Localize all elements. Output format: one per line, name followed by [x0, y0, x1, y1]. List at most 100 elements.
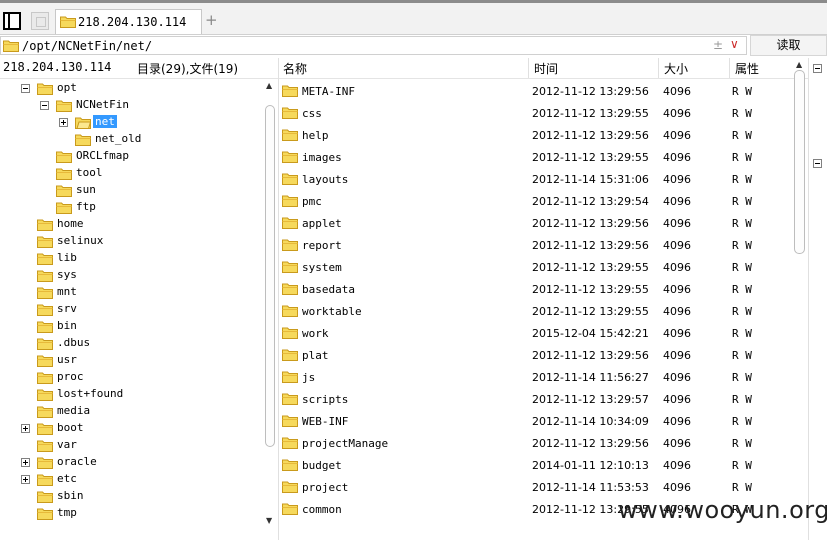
scroll-up-icon[interactable]: ▲ — [266, 81, 272, 90]
tree-item[interactable]: ftp — [56, 199, 276, 216]
file-row[interactable]: worktable 2012-11-12 13:29:55 4096 R W — [279, 300, 794, 322]
file-name: help — [302, 129, 329, 142]
tree-item[interactable]: lib — [37, 250, 267, 267]
tree-item[interactable]: bin — [37, 318, 267, 335]
tree-item[interactable]: media — [37, 403, 267, 420]
file-time: 2012-11-12 13:29:55 — [532, 151, 649, 164]
file-size: 4096 — [663, 239, 691, 252]
file-row[interactable]: js 2012-11-14 11:56:27 4096 R W — [279, 366, 794, 388]
address-bar: /opt/NCNetFin/net/ ± ∨ 读取 — [0, 35, 827, 57]
tree-item[interactable]: net — [59, 114, 276, 131]
file-row[interactable]: work 2015-12-04 15:42:21 4096 R W — [279, 322, 794, 344]
column-divider[interactable] — [528, 58, 529, 78]
folder-icon — [37, 320, 53, 336]
column-divider[interactable] — [729, 58, 730, 78]
tree-item[interactable]: oracle — [21, 454, 267, 472]
folder-icon — [56, 184, 72, 200]
window-button[interactable] — [31, 12, 49, 30]
read-button[interactable]: 读取 — [750, 35, 827, 56]
scroll-down-icon[interactable]: ▼ — [266, 516, 272, 525]
plus-minus-icon[interactable]: ± — [713, 38, 723, 52]
tree-item[interactable]: mnt — [37, 284, 267, 301]
tree-item[interactable]: usr — [37, 352, 267, 369]
expand-icon[interactable] — [21, 458, 30, 467]
tree-item[interactable]: sys — [37, 267, 267, 284]
folder-icon — [37, 456, 53, 472]
file-name: budget — [302, 459, 342, 472]
column-name[interactable]: 名称 — [283, 60, 307, 77]
path-text: /opt/NCNetFin/net/ — [22, 39, 153, 53]
file-size: 4096 — [663, 283, 691, 296]
file-attr: R W — [732, 217, 752, 230]
column-size[interactable]: 大小 — [664, 60, 688, 77]
file-row[interactable]: plat 2012-11-12 13:29:56 4096 R W — [279, 344, 794, 366]
file-name: system — [302, 261, 342, 274]
expand-icon[interactable] — [21, 424, 30, 433]
collapse-icon[interactable] — [21, 84, 30, 93]
tree-item[interactable]: lost+found — [37, 386, 267, 403]
file-row[interactable]: applet 2012-11-12 13:29:56 4096 R W — [279, 212, 794, 234]
tree-item[interactable]: opt — [21, 80, 267, 97]
file-name: projectManage — [302, 437, 389, 450]
column-divider[interactable] — [658, 58, 659, 78]
tree-item[interactable]: boot — [21, 420, 267, 437]
tree-item[interactable]: sbin — [37, 488, 267, 505]
file-row[interactable]: budget 2014-01-11 12:10:13 4096 R W — [279, 454, 794, 476]
file-row[interactable]: scripts 2012-11-12 13:29:57 4096 R W — [279, 388, 794, 410]
minus-icon[interactable] — [813, 159, 822, 168]
tab-server[interactable]: 218.204.130.114 — [55, 9, 202, 34]
file-name: applet — [302, 217, 342, 230]
scrollbar-thumb[interactable] — [265, 105, 275, 447]
tree-item[interactable]: tmp — [37, 505, 267, 522]
folder-icon — [37, 405, 53, 421]
file-row[interactable]: basedata 2012-11-12 13:29:55 4096 R W — [279, 278, 794, 300]
file-size: 4096 — [663, 151, 691, 164]
file-name: js — [302, 371, 316, 384]
panel-toggle-button[interactable] — [3, 12, 21, 30]
file-row[interactable]: report 2012-11-12 13:29:56 4096 R W — [279, 234, 794, 256]
scroll-up-icon[interactable]: ▲ — [796, 60, 802, 69]
file-time: 2012-11-12 13:29:56 — [532, 349, 649, 362]
file-size: 4096 — [663, 459, 691, 472]
tree-item[interactable]: tool — [56, 165, 276, 182]
file-row[interactable]: project 2012-11-14 11:53:53 4096 R W — [279, 476, 794, 498]
tree-item[interactable]: srv — [37, 301, 267, 318]
minus-icon[interactable] — [813, 64, 822, 73]
folder-icon — [37, 286, 53, 302]
folder-icon — [37, 354, 53, 370]
tree-item[interactable]: proc — [37, 369, 267, 386]
file-row[interactable]: images 2012-11-12 13:29:55 4096 R W — [279, 146, 794, 168]
file-row[interactable]: META-INF 2012-11-12 13:29:56 4096 R W — [279, 80, 794, 102]
expand-icon[interactable] — [59, 118, 68, 127]
file-size: 4096 — [663, 437, 691, 450]
column-time[interactable]: 时间 — [534, 60, 558, 77]
tree-item[interactable]: etc — [21, 471, 267, 488]
file-name: scripts — [302, 393, 349, 406]
tree-item[interactable]: ORCLfmap — [56, 148, 276, 165]
file-attr: R W — [732, 239, 752, 252]
tree-scrollbar[interactable]: ▲ ▼ — [263, 79, 277, 529]
tree-item[interactable]: var — [37, 437, 267, 454]
file-row[interactable]: help 2012-11-12 13:29:56 4096 R W — [279, 124, 794, 146]
file-row[interactable]: css 2012-11-12 13:29:55 4096 R W — [279, 102, 794, 124]
tree-item[interactable]: sun — [56, 182, 276, 199]
scrollbar-thumb[interactable] — [794, 70, 805, 254]
expand-icon[interactable] — [21, 475, 30, 484]
file-row[interactable]: WEB-INF 2012-11-14 10:34:09 4096 R W — [279, 410, 794, 432]
column-attr[interactable]: 属性 — [735, 60, 759, 77]
file-time: 2015-12-04 15:42:21 — [532, 327, 649, 340]
tree-item[interactable]: home — [37, 216, 267, 233]
file-row[interactable]: system 2012-11-12 13:29:55 4096 R W — [279, 256, 794, 278]
tree-item[interactable]: NCNetFin — [40, 97, 276, 114]
file-row[interactable]: projectManage 2012-11-12 13:29:56 4096 R W — [279, 432, 794, 454]
collapse-icon[interactable] — [40, 101, 49, 110]
chevron-down-icon[interactable]: ∨ — [730, 37, 739, 51]
tree-item[interactable]: net_old — [75, 131, 276, 148]
tree-item[interactable]: selinux — [37, 233, 267, 250]
path-input[interactable]: /opt/NCNetFin/net/ ± ∨ — [0, 36, 747, 55]
file-list-scrollbar[interactable]: ▲ — [793, 58, 807, 540]
file-row[interactable]: pmc 2012-11-12 13:29:54 4096 R W — [279, 190, 794, 212]
add-tab-button[interactable]: + — [205, 13, 218, 28]
file-row[interactable]: layouts 2012-11-14 15:31:06 4096 R W — [279, 168, 794, 190]
tree-item[interactable]: .dbus — [37, 335, 267, 352]
